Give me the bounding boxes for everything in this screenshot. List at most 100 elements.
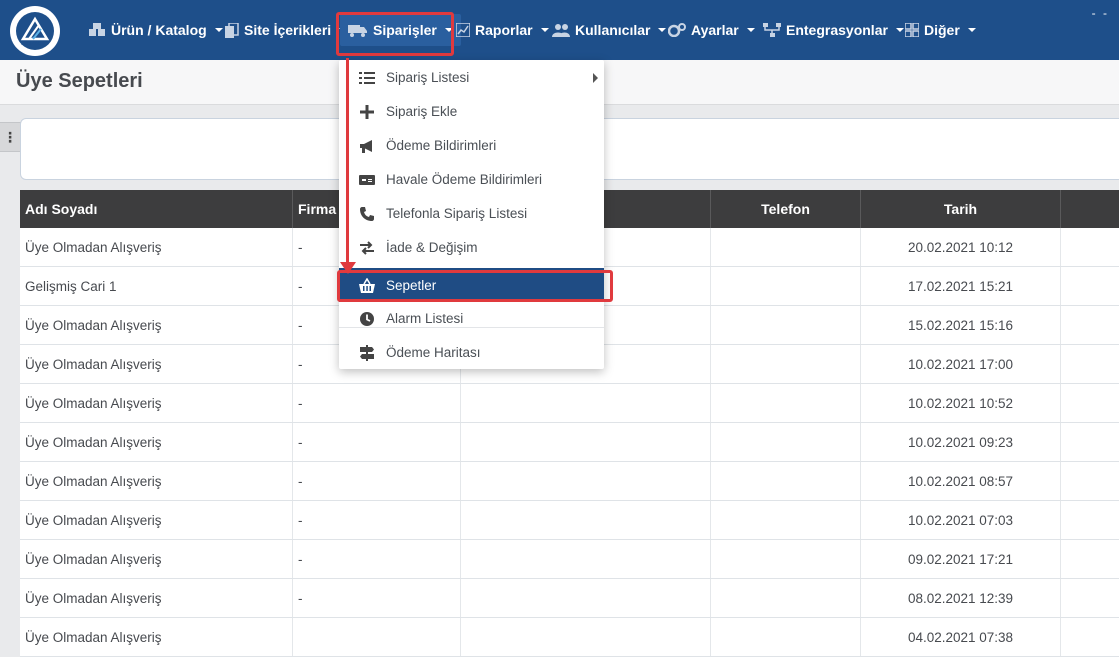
nav-kullanicilar[interactable]: Kullanıcılar: [552, 14, 667, 46]
table-row[interactable]: Üye Olmadan Alışveriş - 10.02.2021 09:23: [20, 423, 1119, 462]
top-navbar: AKINSOFT Ürün / Katalog Site İçerikleri …: [0, 0, 1119, 60]
cell-email: [461, 618, 711, 656]
cubes-icon: [89, 23, 105, 36]
menu-item-label: İade & Değişim: [386, 239, 478, 255]
menu-item-alarm-listesi[interactable]: Alarm Listesi: [339, 301, 604, 335]
nav-label: Diğer: [924, 22, 960, 38]
cell-phone: [711, 618, 861, 656]
table-row[interactable]: Üye Olmadan Alışveriş - 10.02.2021 10:52: [20, 384, 1119, 423]
siparisler-dropdown-menu: Sipariş Listesi Sipariş Ekle Ödeme Bildi…: [339, 60, 604, 369]
cell-actions: [1061, 384, 1119, 422]
nav-label: Kullanıcılar: [575, 22, 651, 38]
nav-urun-katalog[interactable]: Ürün / Katalog: [88, 14, 223, 46]
menu-item-odeme-bildirimleri[interactable]: Ödeme Bildirimleri: [339, 128, 604, 162]
nav-ayarlar[interactable]: Ayarlar: [668, 14, 755, 46]
cell-name: Gelişmiş Cari 1: [20, 267, 293, 305]
cell-phone: [711, 228, 861, 266]
cell-phone: [711, 267, 861, 305]
highlight-box-sepetler: [337, 270, 613, 302]
cell-name: Üye Olmadan Alışveriş: [20, 423, 293, 461]
cell-phone: [711, 423, 861, 461]
chevron-down-icon: [214, 28, 223, 32]
nav-label: Ürün / Katalog: [111, 22, 207, 38]
window-controls[interactable]: - -: [1092, 6, 1109, 20]
menu-item-label: Ödeme Haritası: [386, 344, 481, 360]
column-header-phone[interactable]: Telefon: [711, 190, 861, 228]
kebab-icon: ⋮: [3, 128, 17, 145]
cell-actions: [1061, 618, 1119, 656]
cell-date: 09.02.2021 17:21: [861, 540, 1061, 578]
menu-item-siparis-listesi[interactable]: Sipariş Listesi: [339, 60, 604, 94]
menu-item-label: Havale Ödeme Bildirimleri: [386, 171, 543, 187]
cell-phone: [711, 345, 861, 383]
cell-email: [461, 462, 711, 500]
nav-diger[interactable]: Diğer: [905, 14, 976, 46]
highlight-box-siparisler: [336, 12, 454, 56]
table-row[interactable]: Üye Olmadan Alışveriş - 10.02.2021 07:03: [20, 501, 1119, 540]
cell-email: [461, 423, 711, 461]
page-title: Üye Sepetleri: [16, 70, 143, 92]
cell-date: 20.02.2021 10:12: [861, 228, 1061, 266]
cell-name: Üye Olmadan Alışveriş: [20, 345, 293, 383]
nav-site-icerikleri[interactable]: Site İçerikleri: [225, 14, 348, 46]
plus-icon: [360, 105, 374, 119]
annotation-arrow-head-icon: [340, 262, 356, 274]
cell-actions: [1061, 579, 1119, 617]
cell-name: Üye Olmadan Alışveriş: [20, 501, 293, 539]
cell-email: [461, 384, 711, 422]
cell-actions: [1061, 501, 1119, 539]
sitemap-icon: [763, 23, 781, 37]
menu-item-iade-degisim[interactable]: İade & Değişim: [339, 230, 604, 264]
cell-name: Üye Olmadan Alışveriş: [20, 462, 293, 500]
cell-company: -: [293, 384, 461, 422]
column-header-date[interactable]: Tarih: [861, 190, 1061, 228]
nav-label: Raporlar: [475, 22, 533, 38]
menu-item-telefonla-siparis-listesi[interactable]: Telefonla Sipariş Listesi: [339, 196, 604, 230]
cell-name: Üye Olmadan Alışveriş: [20, 384, 293, 422]
menu-item-siparis-ekle[interactable]: Sipariş Ekle: [339, 94, 604, 128]
chevron-right-icon: [593, 73, 598, 83]
users-icon: [552, 24, 570, 37]
menu-item-label: Ödeme Bildirimleri: [386, 137, 497, 153]
logo-text: AKINSOFT: [21, 41, 49, 47]
cell-phone: [711, 384, 861, 422]
cell-email: [461, 501, 711, 539]
brand-logo[interactable]: AKINSOFT: [10, 6, 60, 56]
copy-icon: [225, 22, 239, 38]
gears-icon: [668, 23, 686, 37]
cell-date: 10.02.2021 09:23: [861, 423, 1061, 461]
cell-company: -: [293, 423, 461, 461]
table-row[interactable]: Üye Olmadan Alışveriş - 09.02.2021 17:21: [20, 540, 1119, 579]
menu-item-label: Sipariş Ekle: [386, 103, 458, 119]
table-row[interactable]: Üye Olmadan Alışveriş 04.02.2021 07:38: [20, 618, 1119, 657]
table-row[interactable]: Üye Olmadan Alışveriş - 10.02.2021 08:57: [20, 462, 1119, 501]
cell-date: 15.02.2021 15:16: [861, 306, 1061, 344]
menu-item-label: Telefonla Sipariş Listesi: [386, 205, 528, 221]
cell-company: -: [293, 579, 461, 617]
cell-actions: [1061, 228, 1119, 266]
chevron-down-icon: [658, 28, 667, 32]
nav-entegrasyonlar[interactable]: Entegrasyonlar: [763, 14, 904, 46]
money-icon: [359, 175, 375, 185]
cell-name: Üye Olmadan Alışveriş: [20, 540, 293, 578]
chart-icon: [456, 23, 470, 37]
clock-icon: [360, 312, 374, 326]
table-row[interactable]: Üye Olmadan Alışveriş - 08.02.2021 12:39: [20, 579, 1119, 618]
column-header-actions: [1061, 190, 1119, 228]
cell-actions: [1061, 423, 1119, 461]
cell-company: -: [293, 462, 461, 500]
nav-label: Entegrasyonlar: [786, 22, 888, 38]
cell-date: 10.02.2021 17:00: [861, 345, 1061, 383]
nav-raporlar[interactable]: Raporlar: [456, 14, 549, 46]
cell-company: [293, 618, 461, 656]
cell-actions: [1061, 345, 1119, 383]
column-header-name[interactable]: Adı Soyadı: [20, 190, 293, 228]
exchange-icon: [360, 241, 374, 255]
menu-item-odeme-haritasi[interactable]: Ödeme Haritası: [339, 335, 604, 369]
sidebar-toggle-button[interactable]: ⋮: [0, 122, 21, 152]
menu-item-havale-odeme-bildirimleri[interactable]: Havale Ödeme Bildirimleri: [339, 162, 604, 196]
cell-name: Üye Olmadan Alışveriş: [20, 228, 293, 266]
menu-item-label: Sipariş Listesi: [386, 69, 470, 85]
nav-label: Ayarlar: [691, 22, 739, 38]
cell-date: 04.02.2021 07:38: [861, 618, 1061, 656]
